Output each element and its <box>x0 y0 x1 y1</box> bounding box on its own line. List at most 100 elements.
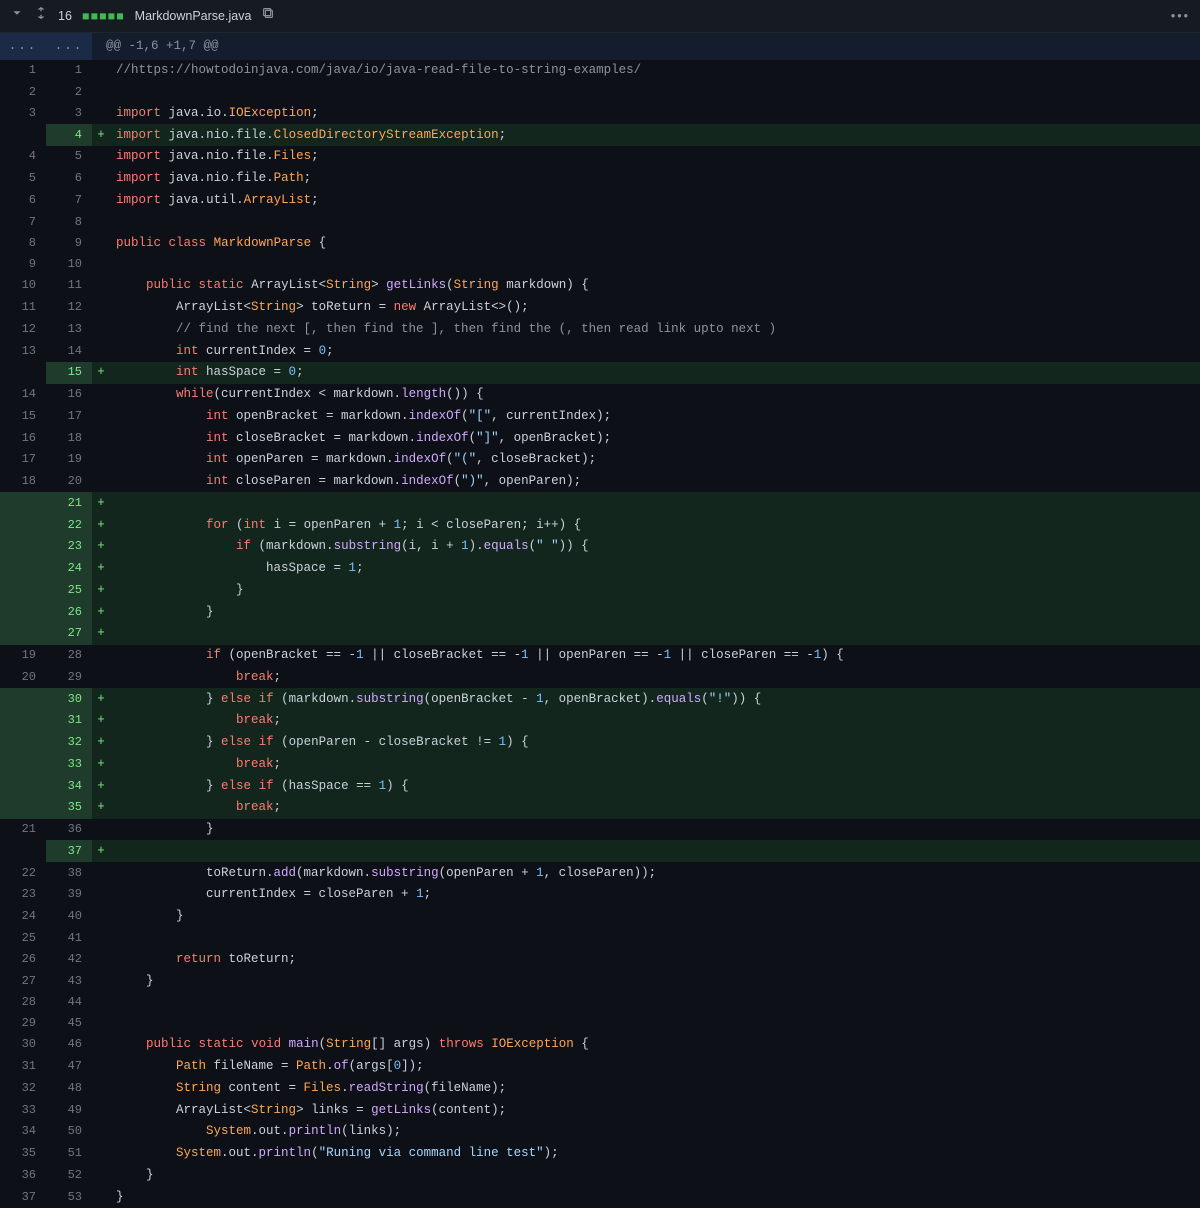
line-number-new[interactable]: 13 <box>46 318 92 340</box>
code-cell[interactable]: String content = Files.readString(fileNa… <box>110 1077 1200 1099</box>
line-number-old[interactable]: 31 <box>0 1056 46 1078</box>
code-cell[interactable]: break; <box>110 753 1200 775</box>
line-number-old[interactable] <box>0 579 46 601</box>
line-number-new[interactable]: 15 <box>46 362 92 384</box>
line-number-new[interactable]: 26 <box>46 601 92 623</box>
line-number-old[interactable] <box>0 623 46 645</box>
line-number-old[interactable]: 19 <box>0 645 46 667</box>
code-cell[interactable]: break; <box>110 710 1200 732</box>
code-cell[interactable]: } <box>110 970 1200 992</box>
line-number-old[interactable] <box>0 124 46 146</box>
line-number-new[interactable]: 3 <box>46 102 92 124</box>
file-name[interactable]: MarkdownParse.java <box>135 7 252 26</box>
code-cell[interactable]: } <box>110 819 1200 841</box>
code-cell[interactable] <box>110 81 1200 102</box>
code-cell[interactable]: System.out.println(links); <box>110 1121 1200 1143</box>
line-number-old[interactable]: 22 <box>0 862 46 884</box>
kebab-menu-icon[interactable]: ••• <box>1171 7 1190 26</box>
code-cell[interactable]: public static void main(String[] args) t… <box>110 1034 1200 1056</box>
line-number-old[interactable]: 26 <box>0 948 46 970</box>
copy-icon[interactable] <box>261 6 275 26</box>
line-number-old[interactable]: 10 <box>0 275 46 297</box>
line-number-new[interactable]: 29 <box>46 666 92 688</box>
chevron-down-icon[interactable] <box>10 6 24 26</box>
code-cell[interactable]: Path fileName = Path.of(args[0]); <box>110 1056 1200 1078</box>
code-cell[interactable]: import java.nio.file.ClosedDirectoryStre… <box>110 124 1200 146</box>
line-number-old[interactable]: 15 <box>0 405 46 427</box>
line-number-old[interactable]: 3 <box>0 102 46 124</box>
code-cell[interactable]: import java.nio.file.Path; <box>110 168 1200 190</box>
line-number-new[interactable]: 23 <box>46 536 92 558</box>
line-number-new[interactable]: 20 <box>46 471 92 493</box>
code-cell[interactable]: import java.nio.file.Files; <box>110 146 1200 168</box>
line-number-old[interactable]: 6 <box>0 189 46 211</box>
line-number-new[interactable]: 19 <box>46 449 92 471</box>
code-cell[interactable]: //https://howtodoinjava.com/java/io/java… <box>110 60 1200 82</box>
code-cell[interactable]: if (openBracket == -1 || closeBracket ==… <box>110 645 1200 667</box>
line-number-old[interactable]: 27 <box>0 970 46 992</box>
line-number-new[interactable]: 22 <box>46 514 92 536</box>
code-cell[interactable]: ArrayList<String> links = getLinks(conte… <box>110 1099 1200 1121</box>
line-number-old[interactable] <box>0 732 46 754</box>
line-number-old[interactable]: 37 <box>0 1186 46 1208</box>
code-cell[interactable]: } <box>110 579 1200 601</box>
line-number-new[interactable]: 41 <box>46 927 92 948</box>
line-number-new[interactable]: 25 <box>46 579 92 601</box>
code-cell[interactable]: } else if (markdown.substring(openBracke… <box>110 688 1200 710</box>
code-cell[interactable]: } <box>110 906 1200 928</box>
code-cell[interactable]: int currentIndex = 0; <box>110 340 1200 362</box>
line-number-new[interactable]: 32 <box>46 732 92 754</box>
line-number-new[interactable]: 49 <box>46 1099 92 1121</box>
code-cell[interactable]: } <box>110 601 1200 623</box>
code-cell[interactable]: break; <box>110 797 1200 819</box>
line-number-old[interactable] <box>0 362 46 384</box>
line-number-old[interactable]: 36 <box>0 1164 46 1186</box>
line-number-old[interactable] <box>0 514 46 536</box>
line-number-new[interactable]: 6 <box>46 168 92 190</box>
line-number-new[interactable]: 48 <box>46 1077 92 1099</box>
line-number-new[interactable]: 1 <box>46 60 92 82</box>
line-number-new[interactable]: 14 <box>46 340 92 362</box>
expand-icon[interactable] <box>34 6 48 26</box>
line-number-old[interactable]: 20 <box>0 666 46 688</box>
line-number-old[interactable]: 30 <box>0 1034 46 1056</box>
line-number-new[interactable]: 44 <box>46 992 92 1013</box>
code-cell[interactable] <box>110 211 1200 232</box>
line-number-new[interactable]: 40 <box>46 906 92 928</box>
code-cell[interactable]: int closeParen = markdown.indexOf(")", o… <box>110 471 1200 493</box>
line-number-old[interactable]: 4 <box>0 146 46 168</box>
line-number-new[interactable]: 46 <box>46 1034 92 1056</box>
line-number-old[interactable]: 16 <box>0 427 46 449</box>
line-number-old[interactable]: 24 <box>0 906 46 928</box>
line-number-new[interactable]: 35 <box>46 797 92 819</box>
code-cell[interactable]: int hasSpace = 0; <box>110 362 1200 384</box>
line-number-old[interactable] <box>0 536 46 558</box>
code-cell[interactable]: break; <box>110 666 1200 688</box>
line-number-new[interactable]: 18 <box>46 427 92 449</box>
line-number-old[interactable] <box>0 797 46 819</box>
line-number-new[interactable]: 11 <box>46 275 92 297</box>
line-number-old[interactable]: 11 <box>0 297 46 319</box>
line-number-old[interactable]: 25 <box>0 927 46 948</box>
code-cell[interactable]: } <box>110 1164 1200 1186</box>
line-number-old[interactable]: 14 <box>0 384 46 406</box>
line-number-old[interactable]: 9 <box>0 254 46 275</box>
line-number-new[interactable]: 52 <box>46 1164 92 1186</box>
line-number-new[interactable]: 5 <box>46 146 92 168</box>
code-cell[interactable] <box>110 1013 1200 1034</box>
line-number-old[interactable] <box>0 710 46 732</box>
line-number-old[interactable] <box>0 601 46 623</box>
line-number-new[interactable]: 27 <box>46 623 92 645</box>
code-cell[interactable]: } else if (hasSpace == 1) { <box>110 775 1200 797</box>
line-number-new[interactable]: 34 <box>46 775 92 797</box>
line-number-new[interactable]: 8 <box>46 211 92 232</box>
code-cell[interactable]: ArrayList<String> toReturn = new ArrayLi… <box>110 297 1200 319</box>
line-number-new[interactable]: 21 <box>46 492 92 514</box>
line-number-old[interactable]: 1 <box>0 60 46 82</box>
line-number-new[interactable]: 24 <box>46 558 92 580</box>
line-number-new[interactable]: 39 <box>46 884 92 906</box>
code-cell[interactable]: } else if (openParen - closeBracket != 1… <box>110 732 1200 754</box>
line-number-new[interactable]: 53 <box>46 1186 92 1208</box>
code-cell[interactable]: toReturn.add(markdown.substring(openPare… <box>110 862 1200 884</box>
line-number-old[interactable]: 13 <box>0 340 46 362</box>
